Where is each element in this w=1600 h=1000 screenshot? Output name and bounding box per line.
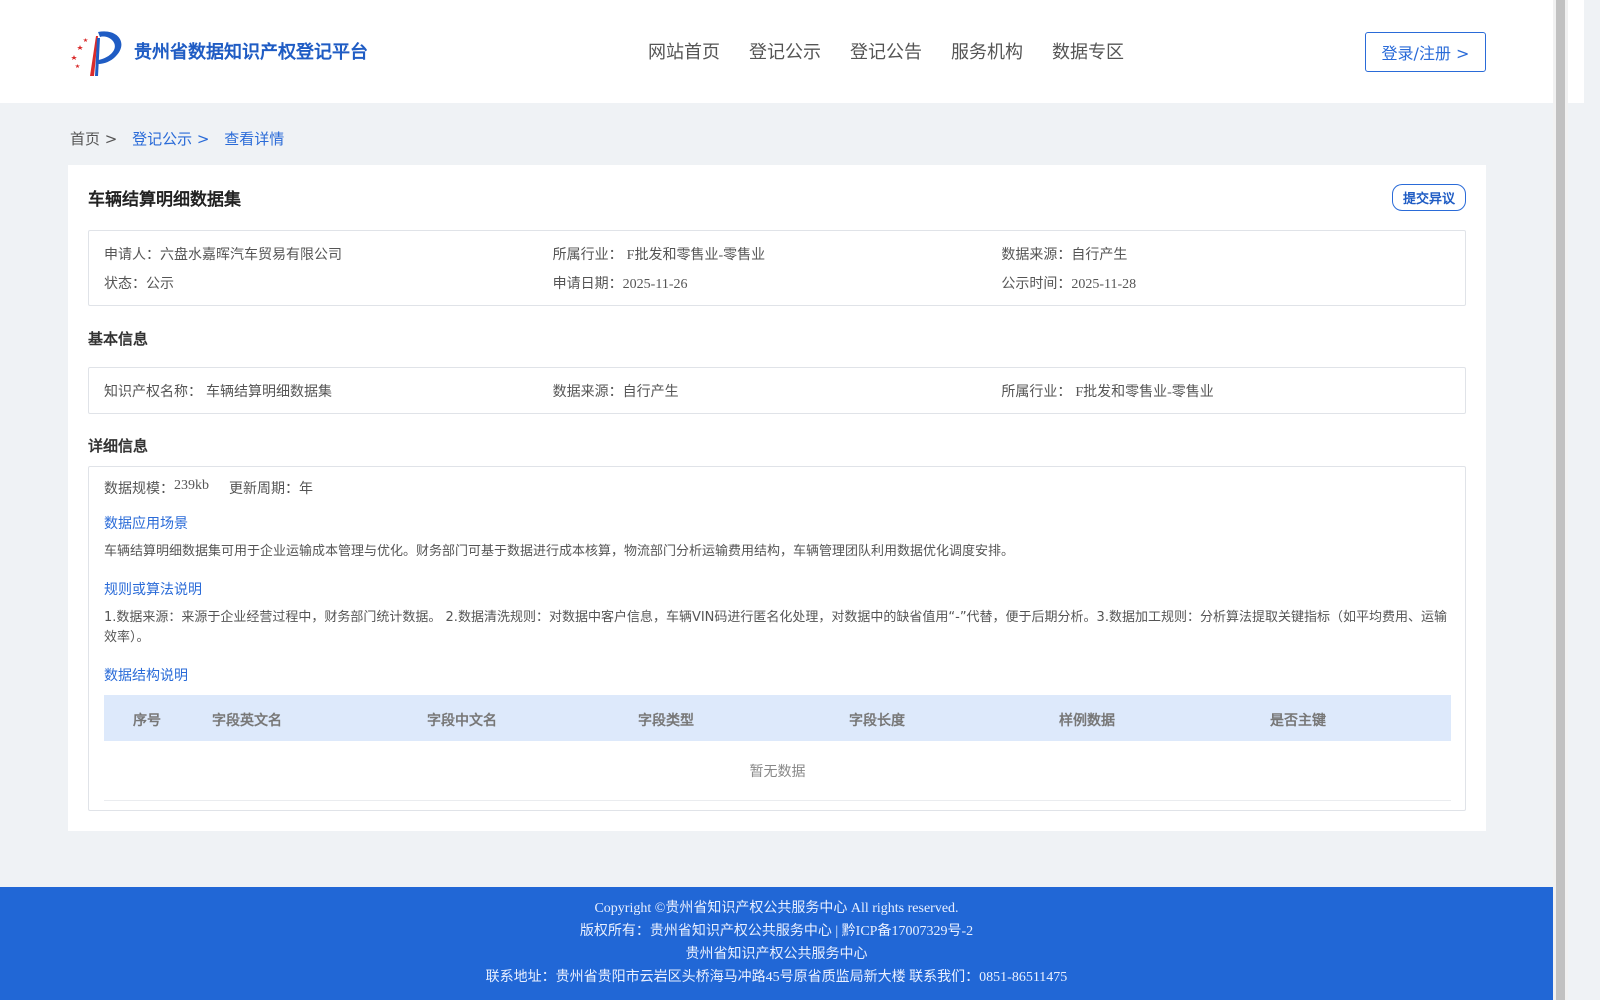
col-field-length: 字段长度: [849, 713, 905, 729]
apply-date-value: 2025-11-26: [622, 277, 688, 292]
col-index: 序号: [133, 713, 161, 729]
source-value: 自行产生: [1071, 247, 1128, 263]
publish-date-value: 2025-11-28: [1071, 277, 1137, 292]
site-header: 贵州省数据知识产权登记平台 网站首页 登记公示 登记公告 服务机构 数据专区 登…: [0, 0, 1584, 103]
apply-date-label: 申请日期：: [552, 276, 623, 292]
basic-info-box: 知识产权名称： 车辆结算明细数据集 数据来源：自行产生 所属行业： F批发和零售业-…: [88, 367, 1466, 414]
detail-card: 车辆结算明细数据集 提交异议 申请人：六盘水嘉晖汽车贸易有限公司 所属行业： F批…: [68, 165, 1486, 831]
scene-heading: 数据应用场景: [104, 516, 188, 532]
nav-service-orgs[interactable]: 服务机构: [951, 38, 1023, 64]
summary-box: 申请人：六盘水嘉晖汽车贸易有限公司 所属行业： F批发和零售业-零售业 数据来源：…: [88, 230, 1466, 306]
industry-label: 所属行业：: [552, 247, 623, 263]
scale-label: 数据规模：: [104, 481, 174, 497]
nav-data-zone[interactable]: 数据专区: [1052, 38, 1124, 64]
status-value: 公示: [146, 276, 174, 292]
col-field-type: 字段类型: [638, 713, 694, 729]
main-nav: 网站首页 登记公示 登记公告 服务机构 数据专区: [648, 38, 1153, 64]
basic-info-heading: 基本信息: [88, 330, 149, 348]
publish-date-label: 公示时间：: [1001, 276, 1072, 292]
login-register-button[interactable]: 登录/注册 >: [1365, 32, 1486, 72]
breadcrumb-home[interactable]: 首页 >: [70, 130, 117, 148]
basic-industry-label: 所属行业：: [1001, 384, 1072, 400]
cycle-label: 更新周期：: [229, 481, 299, 497]
industry-value: F批发和零售业-零售业: [626, 248, 766, 263]
submit-objection-button[interactable]: 提交异议: [1392, 184, 1466, 211]
breadcrumb-list[interactable]: 登记公示 >: [132, 130, 209, 148]
scene-text: 车辆结算明细数据集可用于企业运输成本管理与优化。财务部门可基于数据进行成本核算，…: [104, 544, 1015, 559]
site-logo[interactable]: 贵州省数据知识产权登记平台: [70, 26, 368, 76]
table-header-row: 序号 字段英文名 字段中文名 字段类型 字段长度 样例数据 是否主键: [104, 695, 1451, 741]
col-primary-key: 是否主键: [1270, 713, 1326, 729]
detail-info-box: 数据规模： 239kb 更新周期：年 数据应用场景 车辆结算明细数据集可用于企业运…: [88, 466, 1466, 811]
detail-info-heading: 详细信息: [88, 437, 149, 455]
status-label: 状态：: [104, 276, 146, 292]
cycle-value: 年: [299, 481, 313, 497]
scrollbar-thumb[interactable]: [1556, 0, 1565, 1000]
col-sample: 样例数据: [1059, 713, 1115, 729]
applicant-value: 六盘水嘉晖汽车贸易有限公司: [160, 247, 342, 263]
breadcrumb-current: 查看详情: [224, 130, 285, 148]
structure-heading: 数据结构说明: [104, 668, 188, 684]
nav-home[interactable]: 网站首页: [648, 38, 720, 64]
col-field-cn: 字段中文名: [427, 713, 497, 729]
footer-copyright: Copyright ©贵州省知识产权公共服务中心 All rights rese…: [594, 901, 959, 916]
table-empty-state: 暂无数据: [104, 741, 1451, 801]
footer-org: 贵州省知识产权公共服务中心: [685, 947, 868, 962]
nav-registration-public[interactable]: 登记公示: [749, 38, 821, 64]
footer-contact: 联系地址：贵州省贵阳市云岩区头桥海马冲路45号原省质监局新大楼 联系我们：085…: [485, 970, 1068, 985]
nav-registration-notice[interactable]: 登记公告: [850, 38, 922, 64]
ip-name-label: 知识产权名称：: [104, 384, 202, 400]
basic-industry-value: F批发和零售业-零售业: [1075, 385, 1214, 400]
footer-rights: 版权所有：贵州省知识产权公共服务中心 | 黔ICP备17007329号-2: [579, 924, 974, 939]
rules-heading: 规则或算法说明: [104, 582, 202, 598]
page-title: 车辆结算明细数据集: [88, 190, 241, 210]
structure-table: 序号 字段英文名 字段中文名 字段类型 字段长度 样例数据 是否主键 暂无数据: [104, 695, 1451, 801]
site-title: 贵州省数据知识产权登记平台: [134, 42, 368, 63]
source-label: 数据来源：: [1001, 247, 1072, 263]
applicant-label: 申请人：: [104, 247, 160, 263]
breadcrumb: 首页 > 登记公示 > 查看详情: [70, 128, 290, 149]
logo-emblem-icon: [71, 31, 122, 76]
basic-source-value: 自行产生: [622, 384, 679, 400]
scale-value: 239kb: [174, 478, 209, 493]
site-footer: Copyright ©贵州省知识产权公共服务中心 All rights rese…: [0, 887, 1553, 1000]
ip-name-value: 车辆结算明细数据集: [206, 384, 332, 400]
basic-source-label: 数据来源：: [552, 384, 623, 400]
col-field-en: 字段英文名: [212, 713, 282, 729]
rules-text: 1.数据来源：来源于企业经营过程中，财务部门统计数据。 2.数据清洗规则：对数据…: [104, 610, 1447, 645]
